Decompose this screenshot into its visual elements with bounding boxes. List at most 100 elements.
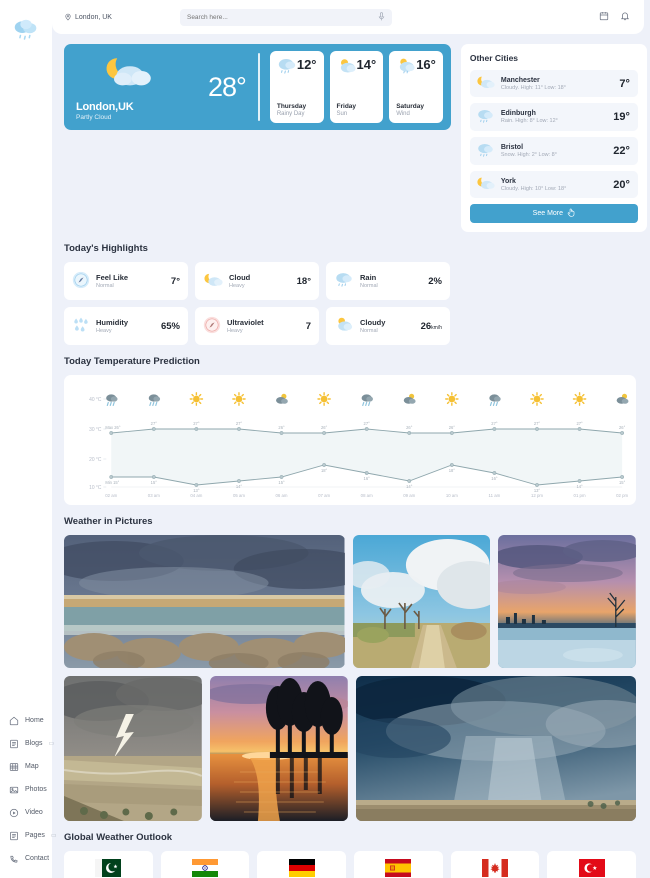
svg-text:27°: 27°: [151, 421, 158, 426]
sidebar-item-video[interactable]: Video: [0, 801, 52, 824]
calendar-icon[interactable]: [599, 8, 609, 26]
forecast-day-card[interactable]: 16° Saturday Wind: [389, 51, 443, 123]
current-condition: Partly Cloud: [76, 114, 112, 121]
weather-pictures-section: Weather in Pictures: [64, 516, 636, 821]
flag-germany-icon: [288, 858, 315, 878]
svg-text:05 am: 05 am: [233, 493, 245, 498]
highlight-card-cloud[interactable]: Cloud Heavy 18°: [195, 262, 319, 300]
country-card-india[interactable]: India: [160, 851, 250, 878]
highlight-name: Feel Like: [96, 273, 129, 282]
svg-text:08 am: 08 am: [361, 493, 373, 498]
forecast-day-temp: 16°: [416, 57, 436, 72]
forecast-day-card[interactable]: 14° Friday Sun: [329, 51, 384, 123]
country-card-germany[interactable]: Germany: [257, 851, 347, 878]
city-row[interactable]: Manchester Cloudy. High: 11° Low: 18° 7°: [469, 70, 638, 97]
svg-text:02 am: 02 am: [105, 493, 117, 498]
svg-text:16°: 16°: [491, 476, 498, 481]
picture-lightning-over-fields[interactable]: [64, 676, 202, 821]
contact-icon: [8, 853, 19, 864]
svg-text:26°: 26°: [406, 425, 413, 430]
sidebar-item-home[interactable]: Home: [0, 709, 52, 732]
svg-text:27°: 27°: [236, 421, 243, 426]
highlight-sub: Normal: [96, 283, 114, 289]
mic-icon[interactable]: [378, 11, 385, 23]
picture-rain-shaft-storm[interactable]: [355, 676, 636, 821]
bell-icon[interactable]: [620, 8, 630, 26]
svg-text:26°: 26°: [449, 425, 456, 430]
topbar: London, UK: [52, 0, 644, 34]
svg-text:10 °C: 10 °C: [89, 485, 102, 491]
highlight-card-ultraviolet[interactable]: Ultraviolet Heavy 7: [195, 307, 319, 345]
sun-cloud-icon: [337, 57, 357, 78]
search-input[interactable]: [186, 13, 378, 21]
highlight-name: Cloud: [229, 273, 251, 282]
svg-text:30 °C: 30 °C: [89, 427, 102, 433]
city-row[interactable]: Bristol Snow. High: 2° Low: 8° 22°: [469, 137, 638, 165]
forecast-day-card[interactable]: 12° Thursday Rainy Day: [269, 51, 324, 123]
moon-cloud-icon: [476, 176, 495, 193]
flag-india-icon: [192, 858, 218, 878]
chevron-expand-icon[interactable]: ▭: [51, 832, 61, 839]
current-weather-card: London,UK Partly Cloud 28° 12° Thursday …: [64, 44, 451, 130]
sidebar-item-pages[interactable]: Pages ▭: [0, 824, 57, 847]
highlight-card-feel-like[interactable]: Feel Like Normal 7°: [64, 262, 188, 300]
sidebar-item-contact[interactable]: Contact: [0, 847, 52, 870]
city-name: York: [500, 177, 516, 185]
sidebar: Home Blogs ▭ Map Photos Video Pages ▭ Co…: [0, 0, 57, 878]
svg-text:18°: 18°: [449, 468, 456, 473]
sun-cloud-icon: [334, 316, 354, 336]
location-indicator[interactable]: London, UK: [64, 13, 112, 21]
svg-text:27°: 27°: [491, 421, 498, 426]
sidebar-item-label: Pages: [25, 832, 45, 839]
city-row[interactable]: York Cloudy. High: 10° Low: 18° 20°: [469, 171, 638, 198]
sidebar-item-blogs[interactable]: Blogs ▭: [0, 732, 54, 755]
sidebar-item-map[interactable]: Map: [0, 755, 52, 778]
svg-text:18°: 18°: [321, 468, 328, 473]
temperature-line-chart[interactable]: 40 °C 30 °C 20 °C 10 °C Max 26° 27° 27° 27° 26° 2…: [68, 383, 630, 505]
highlight-sub: Normal: [360, 283, 378, 289]
picture-lake-sunset[interactable]: [209, 676, 348, 821]
highlight-name: Humidity: [96, 318, 129, 327]
humidity-icon: [72, 316, 90, 337]
main-column: London, UK Search here... London,UK Part…: [52, 0, 650, 878]
highlight-value: 26km/h: [421, 321, 442, 332]
chevron-expand-icon[interactable]: ▭: [49, 740, 59, 747]
highlight-card-cloudy[interactable]: Cloudy Normal 26km/h: [326, 307, 450, 345]
pictures-row-bottom: [64, 676, 636, 821]
map-pin-icon: [65, 13, 71, 21]
svg-text:40 °C: 40 °C: [89, 397, 102, 403]
moon-cloud-icon: [76, 53, 206, 95]
svg-text:14°: 14°: [576, 484, 583, 489]
forecast-day-temp: 14°: [356, 57, 377, 72]
highlight-sub: Heavy: [229, 283, 245, 289]
highlights-title: Today's Highlights: [64, 243, 148, 254]
country-card-turkey[interactable]: Turkey: [547, 851, 637, 878]
sidebar-item-label: Contact: [25, 855, 50, 862]
country-card-pakistan[interactable]: Pakistan: [64, 851, 153, 878]
sidebar-item-label: Home: [25, 717, 44, 724]
country-card-canada[interactable]: Canada: [450, 851, 540, 878]
global-title: Global Weather Outlook: [64, 832, 173, 843]
svg-text:11 am: 11 am: [489, 493, 501, 498]
sidebar-item-photos[interactable]: Photos: [0, 778, 52, 801]
city-temp: 20°: [613, 178, 630, 191]
highlight-card-humidity[interactable]: Humidity Heavy 65%: [64, 307, 188, 345]
app-logo[interactable]: [0, 8, 52, 52]
city-row[interactable]: Edinburgh Rain. High: 8° Low: 12° 19°: [469, 103, 638, 131]
svg-text:02 pm: 02 pm: [616, 493, 628, 498]
forecast-day-name: Saturday: [396, 103, 425, 110]
highlight-card-rain[interactable]: Rain Normal 2%: [326, 262, 450, 300]
city-name: Manchester: [500, 76, 540, 84]
search-box[interactable]: [179, 8, 392, 26]
see-more-button[interactable]: See More: [469, 204, 638, 223]
picture-winter-dusk-sky[interactable]: [498, 535, 636, 668]
highlight-value: 65%: [160, 320, 180, 332]
picture-country-road-clouds[interactable]: [352, 535, 491, 668]
current-city: London,UK: [76, 101, 134, 113]
flag-spain-icon: [385, 858, 412, 878]
svg-text:16°: 16°: [364, 476, 371, 481]
picture-stormy-coastline[interactable]: [64, 535, 345, 668]
country-card-spain[interactable]: Spain: [354, 851, 443, 878]
other-cities-title: Other Cities: [469, 53, 519, 63]
highlight-value: 18°: [296, 275, 311, 287]
